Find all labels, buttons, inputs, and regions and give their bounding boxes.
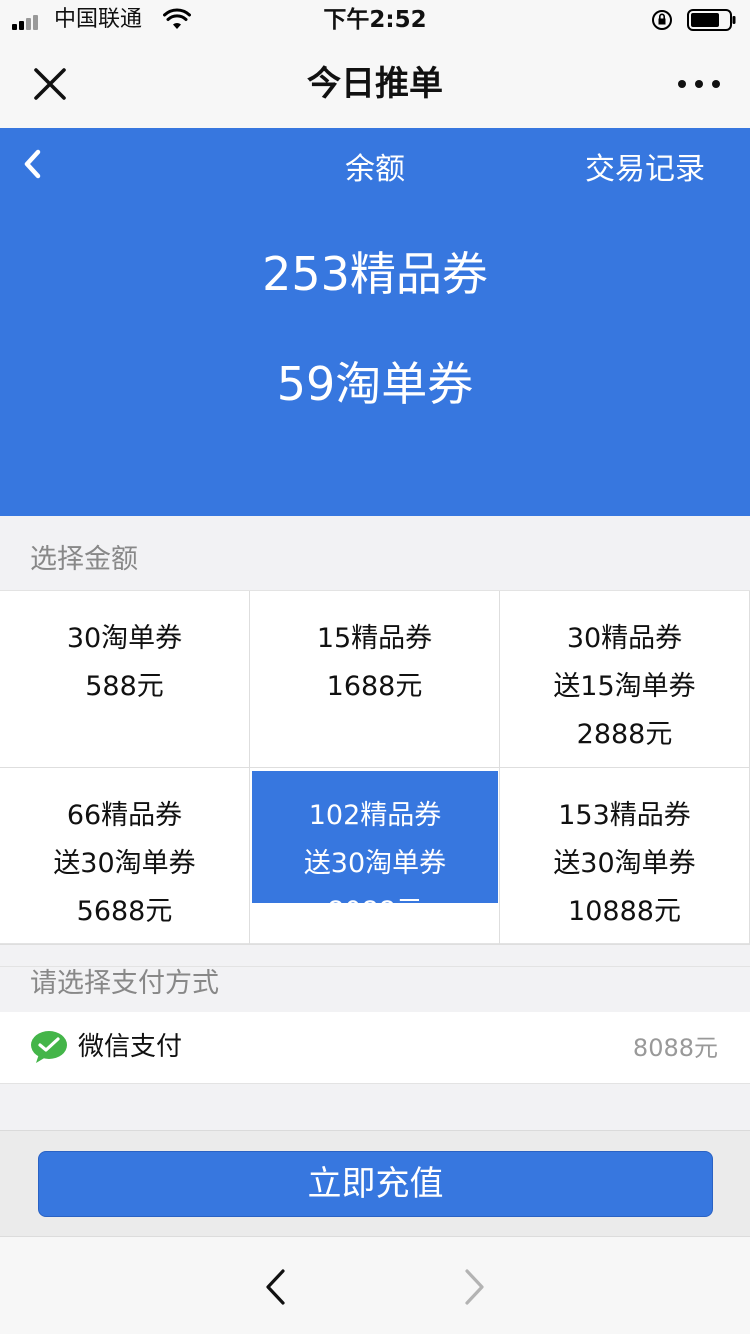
amount-option[interactable]: 153精品券 送30淘单券 10888元 [500, 768, 750, 945]
option-price: 5688元 [76, 896, 173, 927]
option-coupon: 153精品券 [558, 800, 691, 831]
wechat-pay-icon [31, 1031, 67, 1063]
option-price: 8088元 [252, 888, 498, 903]
balance-taodan-coupons: 59淘单券 [276, 357, 474, 411]
browser-toolbar [0, 1236, 750, 1334]
action-area: 立即充值 [0, 1130, 750, 1236]
option-price: 10888元 [568, 896, 681, 927]
status-bar: 中国联通 下午2:52 [0, 0, 750, 40]
amount-option[interactable]: 30淘单券 588元 [0, 591, 250, 768]
option-coupon: 30淘单券 [66, 623, 183, 654]
balance-header: 余额 交易记录 253精品券 59淘单券 [0, 128, 750, 516]
rotation-lock-icon [652, 10, 672, 30]
tab-balance[interactable]: 余额 [330, 150, 420, 190]
amount-option-selected[interactable]: 102精品券 送30淘单券 8088元 [250, 768, 500, 945]
payment-amount: 8088元 [632, 1034, 718, 1062]
status-time: 下午2:52 [323, 7, 427, 33]
amount-option[interactable]: 15精品券 1688元 [250, 591, 500, 768]
battery-icon [687, 9, 736, 31]
option-price: 2888元 [576, 719, 673, 750]
select-amount-label: 选择金额 [30, 544, 138, 575]
payment-method-name: 微信支付 [78, 1032, 183, 1062]
nav-bar: 今日推单 [0, 40, 750, 128]
chevron-left-icon[interactable] [18, 146, 48, 182]
option-coupon: 30精品券 [566, 623, 683, 654]
amount-options-grid: 30淘单券 588元 15精品券 1688元 30精品券 送15淘单券 2888… [0, 590, 750, 945]
tab-transaction-records[interactable]: 交易记录 [570, 150, 720, 190]
option-bonus: 送15淘单券 [553, 671, 696, 702]
option-price: 1688元 [326, 671, 423, 702]
option-coupon: 66精品券 [66, 800, 183, 831]
option-price: 588元 [85, 671, 164, 702]
app-root: 中国联通 下午2:52 今日推单 余额 交易记录 253精品券 59淘单券 选择… [0, 0, 750, 1334]
nav-title: 今日推单 [307, 64, 443, 104]
recharge-button[interactable]: 立即充值 [38, 1151, 713, 1217]
balance-premium-coupons: 253精品券 [262, 247, 488, 301]
option-coupon: 102精品券 [308, 800, 442, 831]
amount-option[interactable]: 30精品券 送15淘单券 2888元 [500, 591, 750, 768]
option-bonus: 送30淘单券 [53, 848, 196, 879]
option-bonus: 送30淘单券 [553, 848, 696, 879]
payment-method-wechat[interactable]: 微信支付 8088元 [0, 1012, 750, 1084]
more-dots-icon[interactable] [674, 68, 724, 100]
option-coupon: 15精品券 [316, 623, 433, 654]
amount-option[interactable]: 66精品券 送30淘单券 5688元 [0, 768, 250, 945]
option-bonus: 送30淘单券 [303, 848, 447, 879]
chevron-left-icon[interactable] [258, 1267, 294, 1307]
chevron-right-icon[interactable] [456, 1267, 492, 1307]
payment-method-label: 请选择支付方式 [30, 968, 219, 999]
